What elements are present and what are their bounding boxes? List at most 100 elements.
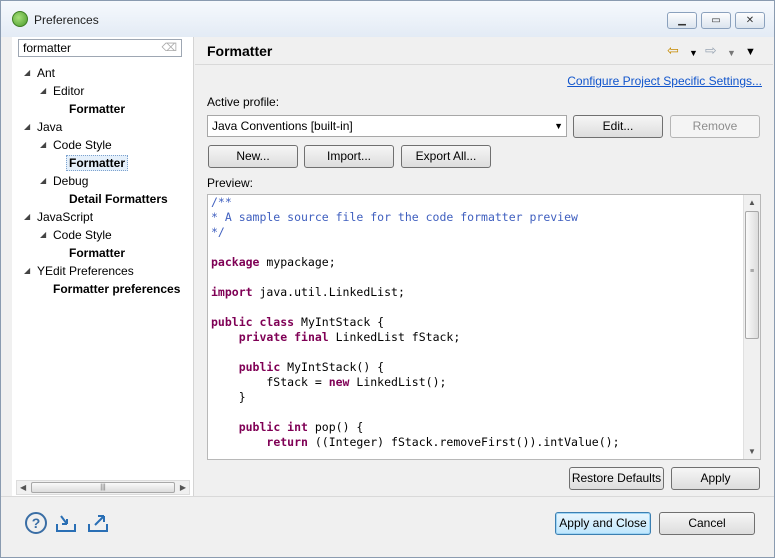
tree-item[interactable]: Formatter	[69, 245, 125, 261]
scroll-down-icon[interactable]: ▼	[748, 447, 756, 456]
code-token: java.util.LinkedList;	[252, 285, 405, 299]
code-token: return	[266, 435, 308, 449]
page-title: Formatter	[207, 43, 273, 59]
scroll-thumb[interactable]: |||	[31, 482, 175, 493]
code-token: }	[211, 390, 246, 404]
preview-code: /** * A sample source file for the code f…	[211, 195, 620, 450]
minimize-button[interactable]: ▁	[667, 12, 697, 29]
code-line: import java.util.LinkedList;	[211, 285, 620, 300]
title-bar[interactable]: Preferences ▁ ▭ ✕	[1, 1, 774, 37]
restore-button[interactable]: ▭	[701, 12, 731, 29]
expand-arrow-icon[interactable]: ◢	[40, 227, 46, 243]
code-line: public int pop() {	[211, 420, 620, 435]
code-token: LinkedList();	[349, 375, 447, 389]
tree-item[interactable]: Detail Formatters	[69, 191, 168, 207]
tree-item[interactable]: YEdit Preferences	[37, 263, 134, 279]
filter-value: formatter	[23, 41, 72, 55]
active-profile-select[interactable]: Java Conventions [built-in] ▼	[207, 115, 567, 137]
view-menu-icon[interactable]: ▼	[745, 44, 756, 60]
tree-item[interactable]: Editor	[53, 83, 84, 99]
expand-arrow-icon[interactable]: ◢	[24, 65, 30, 81]
code-line: * A sample source file for the code form…	[211, 210, 620, 225]
tree-item[interactable]: Formatter	[66, 155, 129, 171]
tree-item[interactable]: Formatter preferences	[53, 281, 180, 297]
expand-arrow-icon[interactable]: ◢	[40, 137, 46, 153]
code-token: */	[211, 225, 225, 239]
configure-project-settings-link[interactable]: Configure Project Specific Settings...	[567, 74, 762, 88]
window-title: Preferences	[34, 13, 99, 27]
apply-and-close-button[interactable]: Apply and Close	[555, 512, 651, 535]
code-line: */	[211, 225, 620, 240]
edit-button[interactable]: Edit...	[573, 115, 663, 138]
tree-horizontal-scrollbar[interactable]: ◀ ||| ▶	[16, 480, 190, 495]
code-token: private final	[238, 330, 329, 344]
help-icon[interactable]: ?	[25, 512, 47, 534]
clear-icon[interactable]: ⌫	[161, 41, 177, 55]
expand-arrow-icon[interactable]: ◢	[40, 173, 46, 189]
page-header: Formatter ⇦ ▼ ⇨ ▼ ▼	[195, 37, 773, 65]
preview-vertical-scrollbar[interactable]: ▲ ≡ ▼	[743, 195, 760, 459]
tree-item[interactable]: JavaScript	[37, 209, 93, 225]
scroll-up-icon[interactable]: ▲	[748, 198, 756, 207]
forward-menu-icon[interactable]: ▼	[727, 45, 736, 61]
code-line: public class MyIntStack {	[211, 315, 620, 330]
tree-item[interactable]: Code Style	[53, 137, 112, 153]
tree-item[interactable]: Debug	[53, 173, 88, 189]
code-line: return ((Integer) fStack.removeFirst()).…	[211, 435, 620, 450]
cancel-button[interactable]: Cancel	[659, 512, 755, 535]
expand-arrow-icon[interactable]: ◢	[24, 119, 30, 135]
export-all-button[interactable]: Export All...	[401, 145, 491, 168]
forward-icon[interactable]: ⇨	[705, 42, 717, 58]
scroll-right-icon[interactable]: ▶	[180, 481, 186, 494]
code-line: }	[211, 390, 620, 405]
code-token: public	[238, 360, 281, 374]
new-profile-button[interactable]: New...	[208, 145, 298, 168]
filter-input[interactable]: formatter ⌫	[18, 39, 182, 57]
remove-button[interactable]: Remove	[670, 115, 760, 138]
restore-defaults-button[interactable]: Restore Defaults	[569, 467, 664, 490]
tree-item[interactable]: Code Style	[53, 227, 112, 243]
back-menu-icon[interactable]: ▼	[689, 45, 698, 61]
expand-arrow-icon[interactable]: ◢	[24, 209, 30, 225]
eclipse-icon	[12, 11, 28, 27]
tree-item[interactable]: Ant	[37, 65, 55, 81]
code-token: ((Integer) fStack.removeFirst()).intValu…	[307, 435, 620, 449]
code-line: fStack = new LinkedList();	[211, 375, 620, 390]
export-icon[interactable]	[87, 512, 109, 534]
tree-item[interactable]: Formatter	[69, 101, 125, 117]
scroll-left-icon[interactable]: ◀	[20, 481, 26, 494]
code-preview[interactable]: /** * A sample source file for the code f…	[207, 194, 761, 460]
code-token: MyIntStack() {	[280, 360, 385, 374]
code-token: new	[328, 375, 350, 389]
scroll-thumb[interactable]: ≡	[745, 211, 759, 339]
code-token: MyIntStack {	[294, 315, 385, 329]
code-token: mypackage;	[259, 255, 336, 269]
tree-item[interactable]: Java	[37, 119, 62, 135]
expand-arrow-icon[interactable]: ◢	[24, 263, 30, 279]
chevron-down-icon: ▼	[554, 121, 563, 131]
code-token: pop() {	[307, 420, 364, 434]
import-profile-button[interactable]: Import...	[304, 145, 394, 168]
close-button[interactable]: ✕	[735, 12, 765, 29]
preference-tree-panel: formatter ⌫ ◢ Ant ◢ Editor Formatter ◢ Java ◢ Co…	[12, 37, 194, 496]
code-token: public int	[238, 420, 308, 434]
code-token: import	[211, 285, 253, 299]
back-icon[interactable]: ⇦	[667, 42, 679, 58]
preference-page: Formatter ⇦ ▼ ⇨ ▼ ▼ Configure Project Sp…	[195, 37, 773, 496]
expand-arrow-icon[interactable]: ◢	[40, 83, 46, 99]
code-token: LinkedList fStack;	[328, 330, 461, 344]
import-icon[interactable]	[55, 512, 77, 534]
code-line: package mypackage;	[211, 255, 620, 270]
code-line: public MyIntStack() {	[211, 360, 620, 375]
apply-button[interactable]: Apply	[671, 467, 760, 490]
code-token: package	[211, 255, 260, 269]
